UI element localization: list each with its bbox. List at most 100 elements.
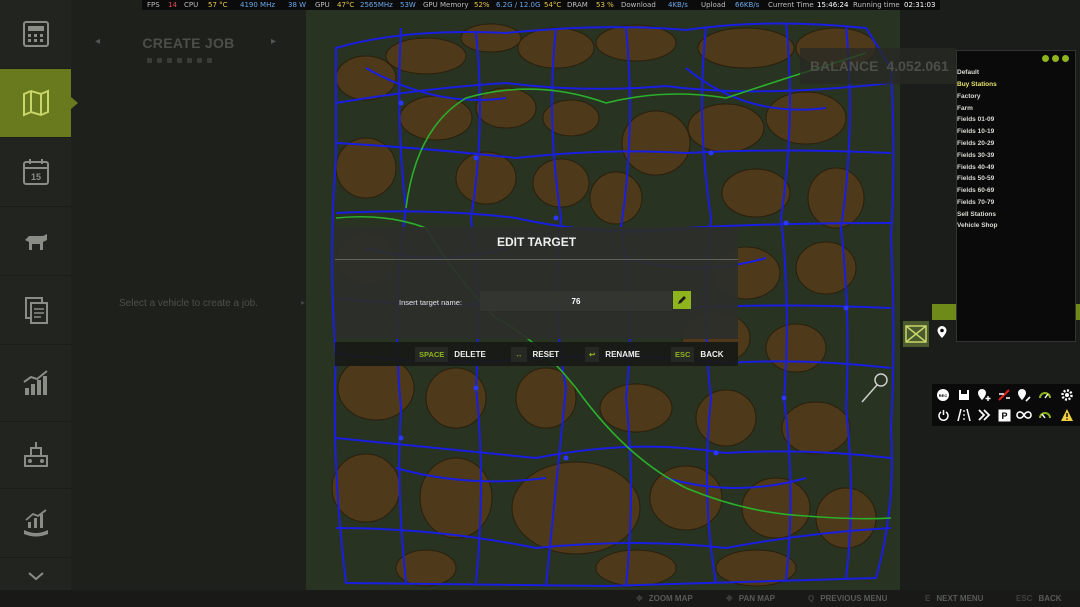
map-icon	[22, 89, 49, 117]
filter-item[interactable]: Fields 70-79	[957, 199, 994, 206]
fps-label: FPS	[147, 1, 160, 9]
performance-overlay: FPS 14 CPU 57 °C 4190 MHz 38 W GPU 47°C …	[142, 0, 940, 10]
active-indicator-arrow	[71, 97, 78, 109]
target-name-input[interactable]	[480, 291, 672, 311]
back-hint[interactable]: ESC BACK	[1016, 590, 1062, 607]
sidebar-item-overview[interactable]	[0, 0, 71, 69]
sidebar-item-calendar[interactable]: 15	[0, 138, 71, 207]
cpu-power: 38 W	[288, 1, 307, 9]
filter-tools	[1042, 55, 1069, 62]
edit-target-dialog: EDIT TARGET Insert target name:	[335, 227, 738, 339]
filter-item[interactable]: Sell Stations	[957, 211, 996, 218]
warning-button[interactable]	[1059, 407, 1075, 423]
filter-item[interactable]: Factory	[957, 93, 980, 100]
filter-item[interactable]: Fields 40-49	[957, 164, 994, 171]
gpu-clock: 2565MHz	[360, 1, 393, 9]
back-button[interactable]: ESC BACK	[671, 342, 724, 366]
back-hint-key: ESC	[1016, 594, 1033, 603]
autodrive-toolbar: REC P	[932, 384, 1080, 426]
record-button[interactable]: REC	[935, 387, 951, 403]
filter-item[interactable]: Fields 10-19	[957, 128, 994, 135]
back-label: BACK	[700, 349, 724, 359]
parking-button[interactable]: P	[996, 407, 1012, 423]
filter-item[interactable]: Vehicle Shop	[957, 222, 997, 229]
cpu-clock: 4190 MHz	[240, 1, 276, 9]
next-menu-key: E	[925, 594, 931, 603]
cpu-temp: 57 °C	[208, 1, 228, 9]
sidebar-item-map[interactable]	[0, 69, 78, 138]
gpu-memory-percent: 52%	[474, 1, 490, 9]
dialog-title: EDIT TARGET	[496, 235, 577, 249]
save-button[interactable]	[956, 387, 972, 403]
speed-button[interactable]	[1037, 387, 1053, 403]
add-filter-icon[interactable]	[1042, 55, 1049, 62]
upload-label: Upload	[701, 1, 726, 9]
road-icon	[957, 408, 971, 422]
pan-map-hint[interactable]: ✥ PAN MAP	[726, 590, 775, 607]
location-pin-icon[interactable]	[936, 325, 948, 344]
filter-item[interactable]: Fields 50-59	[957, 175, 994, 182]
dialog-divider	[335, 259, 738, 260]
filter-item[interactable]: Farm	[957, 105, 973, 112]
sidebar-item-statistics[interactable]	[0, 345, 71, 422]
calculator-icon	[22, 21, 49, 47]
reset-label: RESET	[532, 349, 560, 359]
loop-button[interactable]	[1016, 407, 1032, 423]
reset-button[interactable]: ↔ RESET	[511, 342, 559, 366]
next-page-arrow-icon[interactable]: ▸	[271, 36, 276, 47]
sidebar-item-contracts[interactable]	[0, 276, 71, 345]
create-job-panel: ◂ CREATE JOB ▸ Select a vehicle to creat…	[71, 0, 306, 590]
dialog-action-bar: SPACE DELETE ↔ RESET ↩ RENAME ESC BACK	[335, 342, 738, 366]
road-button[interactable]	[956, 407, 972, 423]
edit-filter-icon[interactable]	[1052, 55, 1059, 62]
rename-button[interactable]: ↩ RENAME	[585, 342, 640, 366]
edit-route-button[interactable]	[996, 387, 1012, 403]
next-menu-label: NEXT MENU	[936, 594, 984, 603]
marker-edit-button[interactable]	[1016, 387, 1032, 403]
remove-filter-icon[interactable]	[1062, 55, 1069, 62]
power-button[interactable]	[935, 407, 951, 423]
power-icon	[937, 409, 949, 421]
gpu-label: GPU	[315, 1, 330, 9]
calendar-icon: 15	[22, 159, 49, 185]
previous-menu-key: Q	[808, 594, 815, 603]
gauge-button[interactable]	[1037, 407, 1053, 423]
settings-icon	[1061, 389, 1073, 401]
sidebar-item-production[interactable]	[0, 422, 71, 489]
sidebar-item-finances[interactable]	[0, 489, 71, 558]
parking-icon: P	[998, 409, 1010, 421]
map-toggle-button[interactable]	[903, 321, 929, 347]
page-dots	[147, 58, 212, 63]
sidebar-item-animals[interactable]	[0, 207, 71, 276]
gpu-memory-label: GPU Memory	[423, 1, 469, 9]
confirm-button[interactable]	[673, 291, 691, 309]
delete-button[interactable]: SPACE DELETE	[415, 342, 486, 366]
record-label: REC	[939, 393, 948, 398]
fast-forward-button[interactable]	[976, 407, 992, 423]
filter-item[interactable]: Fields 20-29	[957, 140, 994, 147]
filter-item[interactable]: Fields 60-69	[957, 187, 994, 194]
upload-value: 66KB/s	[735, 1, 760, 9]
filter-item[interactable]: Buy Stations	[957, 81, 997, 88]
production-icon	[23, 442, 48, 467]
zoom-map-hint[interactable]: ✥ ZOOM MAP	[636, 590, 693, 607]
balance-label: BALANCE	[810, 58, 879, 74]
hint-arrow-icon: ▸	[301, 298, 306, 307]
filter-item[interactable]: Fields 01-09	[957, 116, 994, 123]
zoom-map-label: ZOOM MAP	[648, 594, 693, 603]
record-icon: REC	[937, 389, 949, 401]
next-menu-hint[interactable]: E NEXT MENU	[925, 590, 983, 607]
reset-key: ↔	[511, 346, 527, 362]
balance-display: BALANCE 4.052.061	[800, 48, 956, 84]
gpu-power: 53W	[400, 1, 416, 9]
sidebar-item-more[interactable]	[0, 558, 71, 590]
filter-item[interactable]: Default	[957, 69, 979, 76]
filter-item[interactable]: Fields 30-39	[957, 152, 994, 159]
current-time-label: Current Time	[768, 1, 814, 9]
running-time-label: Running time	[853, 1, 900, 9]
map-grid-icon	[905, 325, 927, 343]
add-marker-button[interactable]	[976, 387, 992, 403]
settings-button[interactable]	[1059, 387, 1075, 403]
chevron-down-icon	[27, 572, 44, 581]
previous-menu-hint[interactable]: Q PREVIOUS MENU	[808, 590, 887, 607]
